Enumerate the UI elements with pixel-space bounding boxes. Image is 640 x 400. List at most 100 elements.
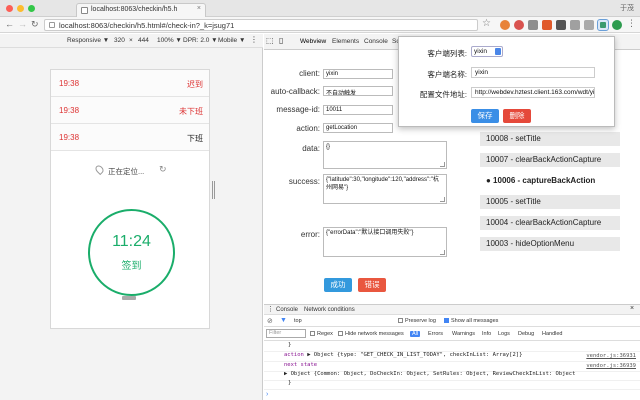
level-info[interactable]: Info — [482, 331, 491, 337]
page-info-icon[interactable] — [49, 22, 55, 28]
console-log-line: } — [264, 380, 640, 390]
menu-icon[interactable]: ⋮ — [627, 18, 636, 29]
regex-checkbox[interactable]: Regex — [310, 331, 333, 337]
level-debug[interactable]: Debug — [518, 331, 534, 337]
client-name-input[interactable]: yixin — [471, 67, 595, 78]
drawer-close-icon[interactable]: × — [630, 305, 634, 312]
reload-icon[interactable]: ↻ — [31, 19, 39, 30]
filter-icon[interactable]: ▼ — [280, 317, 287, 324]
checkin-record-row[interactable]: 19:38 未下班 — [51, 97, 209, 124]
more-options-icon[interactable]: ⋮ — [250, 35, 258, 44]
delete-button[interactable]: 删除 — [503, 109, 531, 123]
level-handled[interactable]: Handled — [542, 331, 563, 337]
forward-icon[interactable]: → — [18, 19, 27, 30]
tab-network-conditions[interactable]: Network conditions — [304, 307, 355, 313]
action-input[interactable]: getLocation — [323, 123, 393, 133]
console-prompt[interactable]: › — [266, 391, 268, 398]
log-object[interactable]: ▶ Object {Common: Object, DoCheckIn: Obj… — [284, 371, 575, 377]
success-button[interactable]: 成功 — [324, 278, 352, 292]
context-select[interactable]: top — [294, 318, 302, 324]
drawer-tabbar: ⋮ Console Network conditions × — [264, 305, 640, 315]
level-logs[interactable]: Logs — [498, 331, 510, 337]
save-button[interactable]: 保存 — [471, 109, 499, 123]
level-warnings[interactable]: Warnings — [452, 331, 475, 337]
back-icon[interactable]: ← — [5, 19, 14, 30]
device-select[interactable]: Responsive ▼ — [67, 37, 109, 44]
message-history-item[interactable]: 10004 - clearBackActionCapture — [480, 216, 620, 230]
webview-debug-extension-icon[interactable] — [597, 19, 609, 31]
level-all[interactable]: All — [410, 331, 421, 337]
level-errors[interactable]: Errors — [428, 331, 443, 337]
refresh-location-icon[interactable]: ↻ — [159, 164, 167, 175]
show-all-messages-checkbox[interactable]: Show all messages — [444, 318, 498, 324]
url-text: localhost:8063/checkin/h5.html#/check-in… — [59, 21, 235, 30]
preserve-log-checkbox[interactable]: Preserve log — [398, 318, 436, 324]
width-input[interactable]: 320 — [114, 37, 125, 44]
log-source-link[interactable]: vendor.js:36939 — [586, 363, 636, 369]
zoom-select[interactable]: 100% ▼ — [157, 37, 182, 44]
tab-console-drawer[interactable]: Console — [276, 307, 298, 313]
height-input[interactable]: 444 — [138, 37, 149, 44]
phone-viewport: 19:38 迟到 19:38 未下班 19:38 下班 正在定位... ↻ 11… — [50, 69, 210, 329]
error-button[interactable]: 错误 — [358, 278, 386, 292]
tab-console[interactable]: Console — [364, 38, 388, 45]
inspect-icon[interactable]: ⬚ — [266, 36, 274, 45]
message-history-item[interactable]: 10005 - setTitle — [480, 195, 620, 209]
record-status: 未下班 — [179, 107, 203, 116]
extension-icon-3[interactable] — [528, 20, 538, 30]
record-status: 下班 — [187, 134, 203, 143]
client-input[interactable]: yixin — [323, 69, 393, 79]
extension-icon-1[interactable] — [500, 20, 510, 30]
extension-icon-8[interactable] — [612, 20, 622, 30]
mode-select[interactable]: Mobile ▼ — [218, 37, 245, 44]
record-time: 19:38 — [59, 106, 80, 115]
device-toggle-icon[interactable]: ▯ — [279, 36, 283, 45]
viewport-bottom-resize-handle[interactable] — [122, 296, 136, 300]
message-history-item[interactable]: 10003 - hideOptionMenu — [480, 237, 620, 251]
dpr-select[interactable]: DPR: 2.0 ▼ — [183, 37, 218, 44]
log-source-link[interactable]: vendor.js:36931 — [586, 353, 636, 359]
drawer-menu-icon[interactable]: ⋮ — [267, 305, 274, 313]
console-filter-input[interactable]: Filter — [266, 329, 306, 338]
bookmark-star-icon[interactable]: ☆ — [482, 18, 491, 29]
auto-callback-label: auto-callback: — [270, 87, 320, 96]
url-input[interactable]: localhost:8063/checkin/h5.html#/check-in… — [44, 19, 478, 31]
error-textarea[interactable]: {"errorData":"默认接口调用失败"} — [323, 227, 447, 257]
checkin-record-row[interactable]: 19:38 下班 — [51, 124, 209, 151]
viewport-resize-handle[interactable] — [212, 181, 215, 199]
success-textarea[interactable]: {"latitude":30,"longitude":120,"address"… — [323, 174, 447, 204]
qr-code-icon[interactable] — [584, 20, 594, 30]
message-history-item[interactable]: 10008 - setTitle — [480, 132, 620, 146]
extension-icon-2[interactable] — [514, 20, 524, 30]
tab-close-icon[interactable]: × — [197, 5, 201, 12]
browser-tab[interactable]: localhost:8063/checkin/h5.h × — [76, 3, 206, 17]
console-filter-bar: Filter Regex Hide network messages All E… — [264, 327, 640, 341]
message-history-item[interactable]: 10007 - clearBackActionCapture — [480, 153, 620, 167]
window-maximize-button[interactable] — [28, 5, 35, 12]
config-url-input[interactable]: http://webdev.hztest.client.163.com/wdt/… — [471, 87, 595, 98]
auto-callback-select[interactable]: 不自动触发 — [323, 86, 393, 96]
profile-name[interactable]: 于茂 — [620, 3, 634, 13]
extension-icon-6[interactable] — [570, 20, 580, 30]
console-log-line[interactable]: action ▶ Object {type: "GET_CHECK_IN_LIS… — [264, 352, 640, 362]
data-textarea[interactable]: {} — [323, 141, 447, 169]
message-history-item-current[interactable]: ● 10006 - captureBackAction — [480, 174, 620, 188]
message-id-input[interactable]: 10011 — [323, 105, 393, 115]
browser-titlebar: localhost:8063/checkin/h5.h × 于茂 — [0, 0, 640, 17]
hide-network-checkbox[interactable]: Hide network messages — [338, 331, 404, 337]
window-close-button[interactable] — [6, 5, 13, 12]
window-minimize-button[interactable] — [17, 5, 24, 12]
checkin-record-row[interactable]: 19:38 迟到 — [51, 70, 209, 97]
extension-icon-5[interactable] — [556, 20, 566, 30]
extension-icon-4[interactable] — [542, 20, 552, 30]
tab-elements[interactable]: Elements — [332, 38, 359, 45]
log-object[interactable]: ▶ Object {type: "GET_CHECK_IN_LIST_TODAY… — [307, 352, 522, 358]
record-time: 19:38 — [59, 133, 80, 142]
checkin-button[interactable]: 11:24 签到 — [88, 209, 175, 296]
location-status: 正在定位... ↻ — [51, 160, 209, 180]
log-key: action — [284, 352, 304, 358]
tab-webview[interactable]: Webview — [300, 38, 326, 45]
client-list-select[interactable]: yixin — [471, 46, 503, 57]
clear-console-icon[interactable]: ⊘ — [267, 317, 273, 325]
device-emulation-pane: Responsive ▼ 320 × 444 100% ▼ DPR: 2.0 ▼… — [0, 34, 263, 400]
